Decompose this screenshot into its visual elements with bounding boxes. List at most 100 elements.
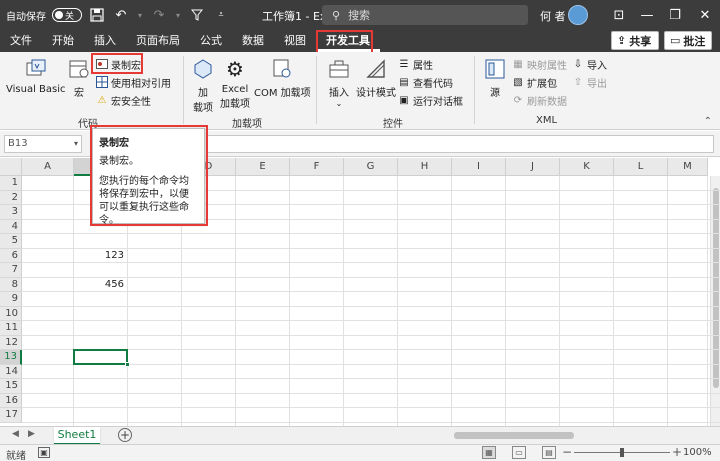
- column-header-g[interactable]: G: [344, 158, 398, 176]
- column-header-h[interactable]: H: [398, 158, 452, 176]
- customize-toolbar-icon[interactable]: ⩡: [212, 6, 230, 24]
- active-cell[interactable]: [73, 349, 130, 367]
- horizontal-scroll-thumb[interactable]: [454, 432, 574, 439]
- addins-label-line1: 加: [198, 88, 208, 99]
- filter-icon[interactable]: [188, 6, 206, 24]
- undo-dropdown-icon[interactable]: ▾: [136, 6, 144, 24]
- zoom-in-icon[interactable]: +: [672, 445, 682, 459]
- vertical-scrollbar[interactable]: [710, 176, 720, 426]
- share-button[interactable]: ⇪ 共享: [611, 31, 659, 50]
- undo-icon[interactable]: ↶: [112, 6, 130, 24]
- column-header-j[interactable]: J: [506, 158, 560, 176]
- row-header-5[interactable]: 5: [0, 234, 22, 249]
- scroll-left-icon[interactable]: ◀: [12, 429, 19, 439]
- run-dialog-button[interactable]: ▣ 运行对话框: [398, 92, 463, 108]
- export-button[interactable]: ⇧ 导出: [572, 74, 607, 90]
- excel-addins-line2: 加载项: [220, 99, 250, 110]
- sheet-tab[interactable]: Sheet1: [54, 427, 100, 445]
- save-icon[interactable]: [88, 6, 106, 24]
- row-header-14[interactable]: 14: [0, 364, 22, 379]
- select-all-corner[interactable]: [0, 158, 22, 176]
- redo-dropdown-icon[interactable]: ▾: [174, 6, 182, 24]
- com-addins-button[interactable]: COM 加载项: [254, 56, 311, 99]
- import-button[interactable]: ⇩ 导入: [572, 56, 607, 72]
- column-gridline: [451, 176, 452, 426]
- comments-button[interactable]: ▭ 批注: [664, 31, 712, 50]
- page-layout-view-icon[interactable]: ▭: [512, 446, 526, 459]
- row-header-12[interactable]: 12: [0, 335, 22, 350]
- addins-button[interactable]: 加 载项: [190, 56, 216, 114]
- horizontal-scrollbar[interactable]: [440, 430, 710, 441]
- add-sheet-icon[interactable]: +: [118, 428, 132, 442]
- page-break-view-icon[interactable]: ▤: [542, 446, 556, 459]
- ribbon-display-icon[interactable]: ⊡: [604, 0, 634, 30]
- row-header-15[interactable]: 15: [0, 379, 22, 394]
- column-header-l[interactable]: L: [614, 158, 668, 176]
- tab-page-layout[interactable]: 页面布局: [126, 30, 190, 52]
- search-box[interactable]: ⚲ 搜索: [322, 5, 528, 25]
- scroll-right-icon[interactable]: ▶: [28, 429, 35, 439]
- redo-icon[interactable]: ↷: [150, 6, 168, 24]
- map-properties-label: 映射属性: [527, 60, 567, 72]
- design-mode-button[interactable]: 设计模式: [356, 56, 396, 99]
- row-header-11[interactable]: 11: [0, 321, 22, 336]
- close-button[interactable]: ✕: [690, 0, 720, 30]
- column-header-e[interactable]: E: [236, 158, 290, 176]
- autosave-state: 关: [65, 11, 75, 22]
- row-header-8[interactable]: 8: [0, 277, 22, 292]
- macros-button[interactable]: 宏: [66, 56, 92, 99]
- name-box[interactable]: B13 ▾: [4, 135, 82, 153]
- avatar[interactable]: [568, 5, 588, 25]
- minimize-button[interactable]: —: [632, 0, 662, 30]
- tab-formulas[interactable]: 公式: [190, 30, 232, 52]
- quick-access-toolbar: 自动保存 关 ↶ ▾ ↷ ▾ ⩡: [0, 0, 230, 30]
- row-header-1[interactable]: 1: [0, 176, 22, 191]
- autosave-toggle[interactable]: 关: [52, 8, 82, 22]
- column-header-f[interactable]: F: [290, 158, 344, 176]
- row-header-13[interactable]: 13: [0, 350, 22, 365]
- row-header-3[interactable]: 3: [0, 205, 22, 220]
- column-header-i[interactable]: I: [452, 158, 506, 176]
- restore-button[interactable]: ❐: [660, 0, 690, 30]
- expansion-packs-button[interactable]: ▧ 扩展包: [512, 74, 557, 90]
- formula-input[interactable]: [206, 135, 714, 153]
- row-header-7[interactable]: 7: [0, 263, 22, 278]
- column-header-m[interactable]: M: [668, 158, 708, 176]
- row-header-9[interactable]: 9: [0, 292, 22, 307]
- column-gridline: [613, 176, 614, 426]
- tab-file[interactable]: 文件: [0, 30, 42, 52]
- tab-view[interactable]: 视图: [274, 30, 316, 52]
- refresh-data-button[interactable]: ⟳ 刷新数据: [512, 92, 567, 108]
- autosave-label: 自动保存: [6, 11, 46, 23]
- row-header-17[interactable]: 17: [0, 408, 22, 423]
- insert-controls-button[interactable]: 插入 ⌄: [326, 56, 352, 108]
- tab-insert[interactable]: 插入: [84, 30, 126, 52]
- row-header-16[interactable]: 16: [0, 393, 22, 408]
- xml-source-button[interactable]: 源: [482, 56, 508, 99]
- properties-button[interactable]: ☰ 属性: [398, 56, 433, 72]
- column-header-k[interactable]: K: [560, 158, 614, 176]
- column-gridline: [505, 176, 506, 426]
- user-name[interactable]: 何 者: [540, 8, 566, 24]
- row-header-2[interactable]: 2: [0, 190, 22, 205]
- fill-handle[interactable]: [125, 361, 130, 367]
- row-header-6[interactable]: 6: [0, 248, 22, 263]
- row-header-10[interactable]: 10: [0, 306, 22, 321]
- zoom-slider-thumb[interactable]: [620, 448, 624, 457]
- tab-data[interactable]: 数据: [232, 30, 274, 52]
- map-properties-button[interactable]: ▦ 映射属性: [512, 56, 567, 72]
- cell-b8[interactable]: 456: [74, 279, 124, 290]
- macro-recording-icon[interactable]: ▣: [38, 447, 50, 458]
- use-relative-references-button[interactable]: 使用相对引用: [96, 74, 171, 90]
- excel-addins-button[interactable]: ⚙ Excel 加载项: [220, 56, 250, 110]
- collapse-ribbon-icon[interactable]: ⌃: [704, 116, 712, 127]
- visual-basic-button[interactable]: Visual Basic: [6, 56, 66, 95]
- macro-security-button[interactable]: ⚠ 宏安全性: [96, 92, 151, 108]
- column-header-a[interactable]: A: [22, 158, 74, 176]
- row-header-4[interactable]: 4: [0, 219, 22, 234]
- view-code-button[interactable]: ▤ 查看代码: [398, 74, 453, 90]
- cell-b6[interactable]: 123: [74, 250, 124, 261]
- tab-home[interactable]: 开始: [42, 30, 84, 52]
- zoom-out-icon[interactable]: −: [562, 445, 572, 459]
- normal-view-icon[interactable]: ▦: [482, 446, 496, 459]
